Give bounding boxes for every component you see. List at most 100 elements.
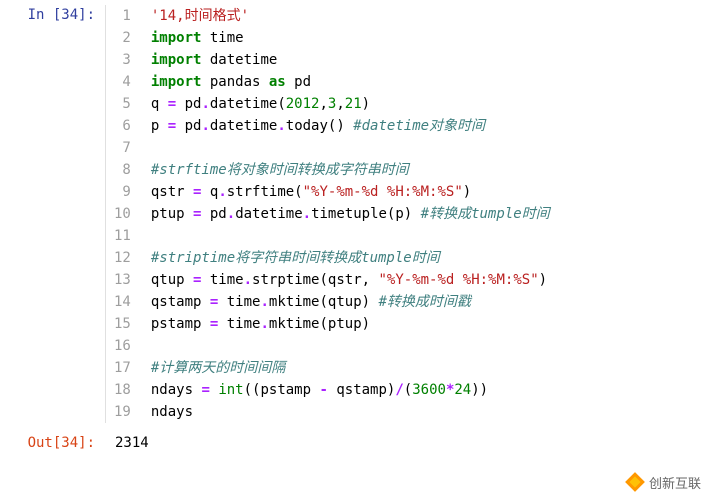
code-token: . — [201, 118, 209, 134]
code-token: import — [151, 52, 202, 68]
code-token: . — [218, 184, 226, 200]
code-line[interactable]: ndays — [151, 401, 550, 423]
code-token: import — [151, 30, 202, 46]
code-token: qstamp) — [328, 382, 395, 398]
code-token: qstamp — [151, 294, 210, 310]
code-line[interactable]: import datetime — [151, 49, 550, 71]
output-prompt: Out[34]: — [0, 433, 105, 451]
code-line[interactable]: q = pd.datetime(2012,3,21) — [151, 93, 550, 115]
code-token: )) — [471, 382, 488, 398]
code-token: mktime(qtup) — [269, 294, 379, 310]
code-line[interactable]: #striptime将字符串时间转换成tumple时间 — [151, 247, 550, 269]
code-token: 3600 — [412, 382, 446, 398]
code-token: #strftime将对象时间转换成字符串时间 — [151, 162, 409, 178]
code-token: ) — [463, 184, 471, 200]
line-number: 6 — [114, 115, 131, 137]
code-line[interactable] — [151, 225, 550, 247]
line-number: 18 — [114, 379, 131, 401]
code-line[interactable]: pstamp = time.mktime(ptup) — [151, 313, 550, 335]
line-number: 5 — [114, 93, 131, 115]
code-token: pd — [201, 206, 226, 222]
code-token: = — [201, 382, 209, 398]
code-token: datetime( — [210, 96, 286, 112]
code-token: #计算两天的时间间隔 — [151, 360, 285, 376]
code-token: . — [260, 316, 268, 332]
code-token: int — [218, 382, 243, 398]
line-number: 14 — [114, 291, 131, 313]
code-line[interactable]: qstr = q.strftime("%Y-%m-%d %H:%M:%S") — [151, 181, 550, 203]
line-number: 3 — [114, 49, 131, 71]
line-number: 8 — [114, 159, 131, 181]
code-token: pd — [286, 74, 311, 90]
code-token: qstr — [151, 184, 193, 200]
code-content[interactable]: '14,时间格式'import timeimport datetimeimpor… — [141, 5, 550, 423]
code-token: ) — [362, 96, 370, 112]
input-prompt: In [34]: — [0, 5, 105, 23]
code-token: . — [303, 206, 311, 222]
code-line[interactable]: '14,时间格式' — [151, 5, 550, 27]
code-token: , — [336, 96, 344, 112]
line-number: 12 — [114, 247, 131, 269]
line-number: 13 — [114, 269, 131, 291]
line-number: 9 — [114, 181, 131, 203]
code-token: datetime — [201, 52, 277, 68]
line-number: 4 — [114, 71, 131, 93]
code-line[interactable]: import pandas as pd — [151, 71, 550, 93]
code-editor[interactable]: 12345678910111213141516171819 '14,时间格式'i… — [105, 5, 550, 423]
code-token: strptime(qstr, — [252, 272, 378, 288]
code-token: "%Y-%m-%d %H:%M:%S" — [303, 184, 463, 200]
code-token: ndays — [151, 382, 202, 398]
code-token: '14,时间格式' — [151, 8, 249, 24]
code-token: time — [201, 30, 243, 46]
code-token: . — [201, 96, 209, 112]
code-token: q — [201, 184, 218, 200]
code-line[interactable]: #strftime将对象时间转换成字符串时间 — [151, 159, 550, 181]
code-token: qtup — [151, 272, 193, 288]
code-token: as — [269, 74, 286, 90]
line-number: 1 — [114, 5, 131, 27]
code-line[interactable]: p = pd.datetime.today() #datetime对象时间 — [151, 115, 550, 137]
code-line[interactable]: #计算两天的时间间隔 — [151, 357, 550, 379]
code-token: 24 — [454, 382, 471, 398]
code-line[interactable]: ndays = int((pstamp - qstamp)/(3600*24)) — [151, 379, 550, 401]
code-line[interactable]: ptup = pd.datetime.timetuple(p) #转换成tump… — [151, 203, 550, 225]
line-number: 16 — [114, 335, 131, 357]
code-token: . — [277, 118, 285, 134]
code-token: ( — [404, 382, 412, 398]
code-line[interactable]: qstamp = time.mktime(qtup) #转换成时间戳 — [151, 291, 550, 313]
output-cell: Out[34]: 2314 — [0, 428, 715, 456]
code-token: timetuple(p) — [311, 206, 421, 222]
code-token: pd — [176, 118, 201, 134]
code-line[interactable] — [151, 335, 550, 357]
code-line[interactable]: qtup = time.strptime(qstr, "%Y-%m-%d %H:… — [151, 269, 550, 291]
code-token: = — [168, 96, 176, 112]
code-token: ptup — [151, 206, 193, 222]
code-line[interactable]: import time — [151, 27, 550, 49]
code-token: "%Y-%m-%d %H:%M:%S" — [378, 272, 538, 288]
code-token: #转换成时间戳 — [378, 294, 470, 310]
line-gutter: 12345678910111213141516171819 — [106, 5, 141, 423]
code-token: / — [395, 382, 403, 398]
code-token: 21 — [345, 96, 362, 112]
code-token: ) — [539, 272, 547, 288]
code-token: datetime — [210, 118, 277, 134]
code-line[interactable] — [151, 137, 550, 159]
line-number: 15 — [114, 313, 131, 335]
code-token: #striptime将字符串时间转换成tumple时间 — [151, 250, 440, 266]
code-token: , — [319, 96, 327, 112]
code-token: 2012 — [286, 96, 320, 112]
line-number: 11 — [114, 225, 131, 247]
code-token: p — [151, 118, 168, 134]
code-token: #转换成tumple时间 — [421, 206, 550, 222]
code-token: ((pstamp — [244, 382, 320, 398]
line-number: 17 — [114, 357, 131, 379]
code-token: - — [319, 382, 327, 398]
code-token: pandas — [201, 74, 268, 90]
code-token: . — [227, 206, 235, 222]
code-token: strftime( — [227, 184, 303, 200]
code-token: datetime — [235, 206, 302, 222]
line-number: 2 — [114, 27, 131, 49]
line-number: 7 — [114, 137, 131, 159]
code-token: . — [260, 294, 268, 310]
code-token: time — [201, 272, 243, 288]
